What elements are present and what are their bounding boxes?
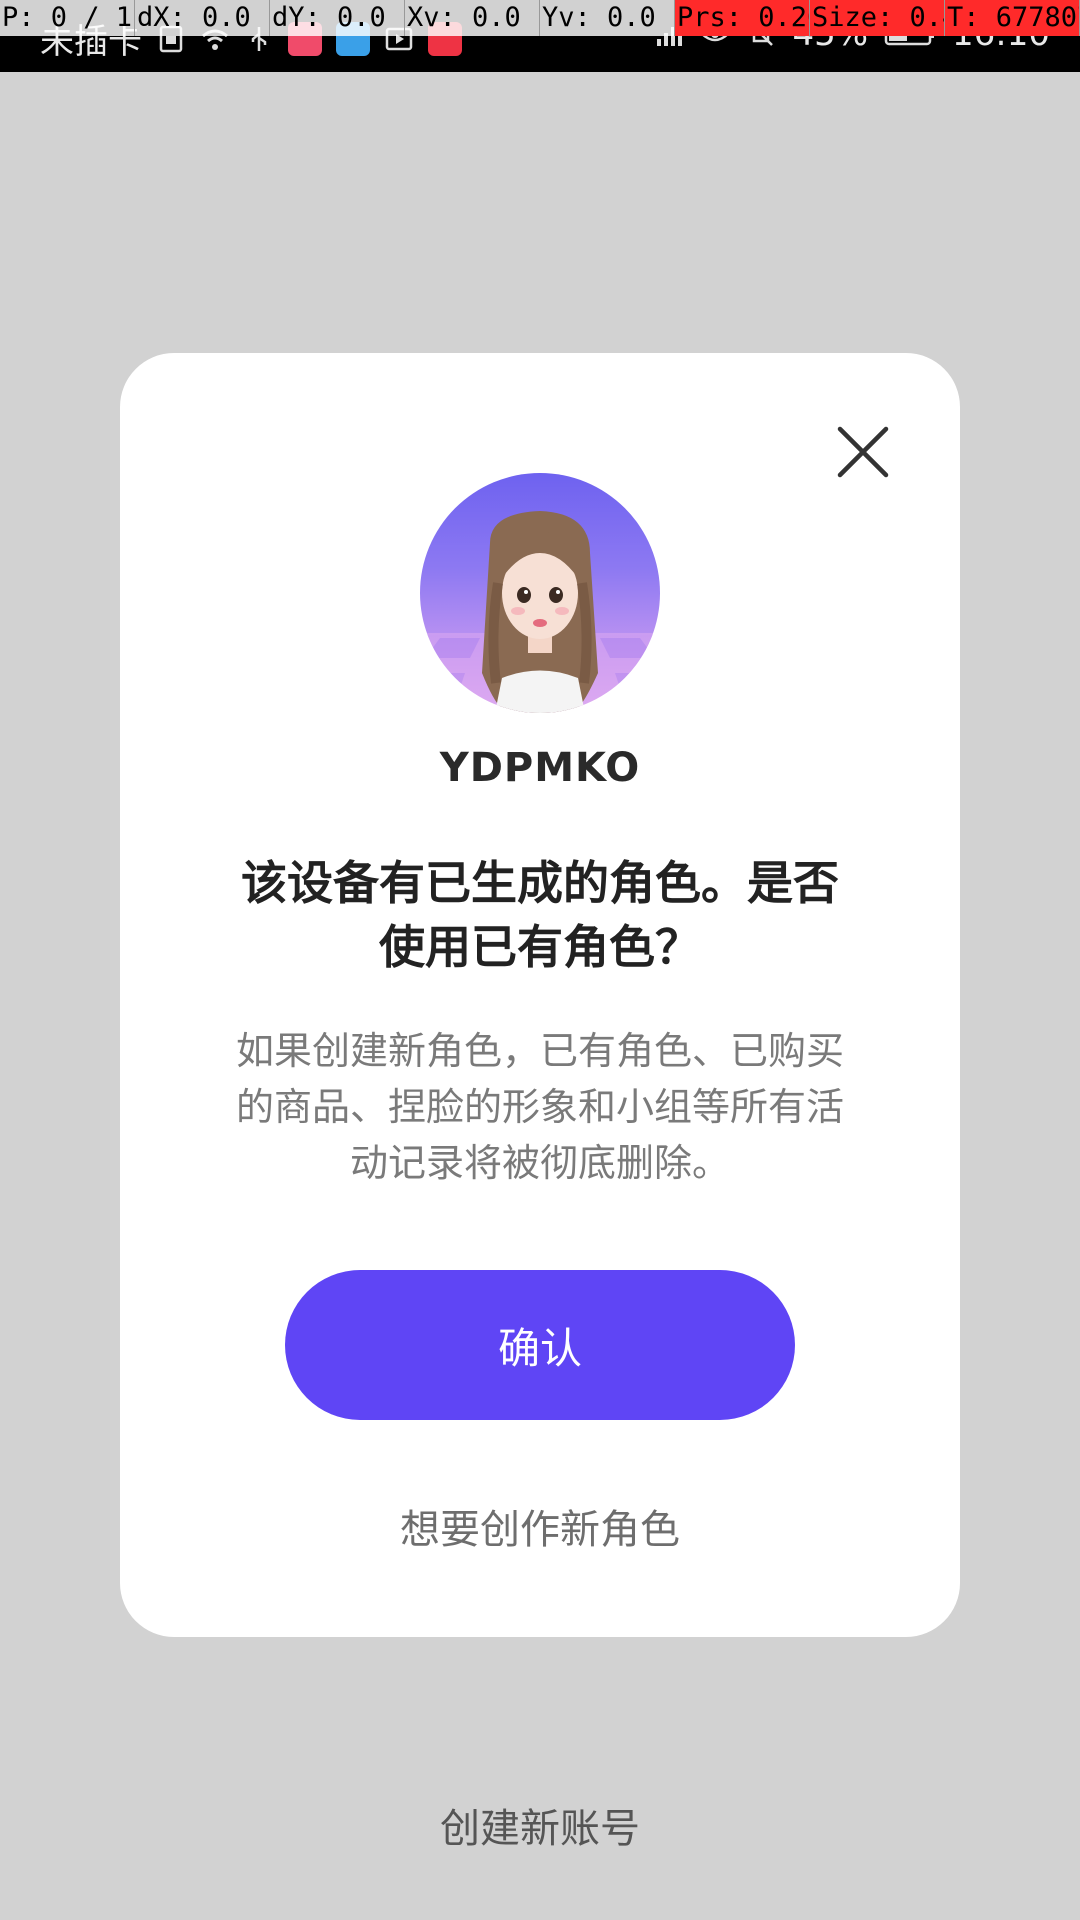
dialog-title-line-2: 使用已有角色？	[379, 920, 701, 974]
existing-character-dialog: YDPMKO 该设备有已生成的角色。是否 使用已有角色？ 如果创建新角色，已有角…	[120, 353, 960, 1637]
debug-dy: dY: 0.0	[270, 0, 405, 36]
pointer-location-overlay: P: 0 / 1 dX: 0.0 dY: 0.0 Xv: 0.0 Yv: 0.0…	[0, 0, 1080, 36]
avatar-character-illustration	[420, 511, 660, 713]
dialog-description-line-3: 动记录将被彻底删除。	[349, 1141, 730, 1185]
dialog-description-line-1: 如果创建新角色，已有角色、已购买	[235, 1029, 844, 1073]
confirm-button[interactable]: 确认	[285, 1270, 795, 1420]
debug-t: T: 677807	[945, 0, 1080, 36]
username: YDPMKO	[439, 745, 641, 791]
dialog-description-line-2: 的商品、捏脸的形象和小组等所有活	[235, 1085, 844, 1129]
debug-yv: Yv: 0.0	[540, 0, 675, 36]
debug-prs: Prs: 0.20	[675, 0, 810, 36]
avatar	[420, 473, 660, 713]
debug-dx: dX: 0.0	[135, 0, 270, 36]
close-icon[interactable]	[836, 425, 890, 479]
debug-size: Size: 0.40	[810, 0, 945, 36]
create-new-character-link[interactable]: 想要创作新角色	[120, 1497, 960, 1555]
debug-xv: Xv: 0.0	[405, 0, 540, 36]
dialog-description: 如果创建新角色，已有角色、已购买 的商品、捏脸的形象和小组等所有活 动记录将被彻…	[195, 1023, 885, 1191]
dialog-title: 该设备有已生成的角色。是否 使用已有角色？	[190, 851, 890, 979]
create-new-account-link[interactable]: 创建新账号	[0, 1796, 1080, 1854]
dialog-title-line-1: 该设备有已生成的角色。是否	[241, 856, 839, 910]
debug-p: P: 0 / 1	[0, 0, 135, 36]
